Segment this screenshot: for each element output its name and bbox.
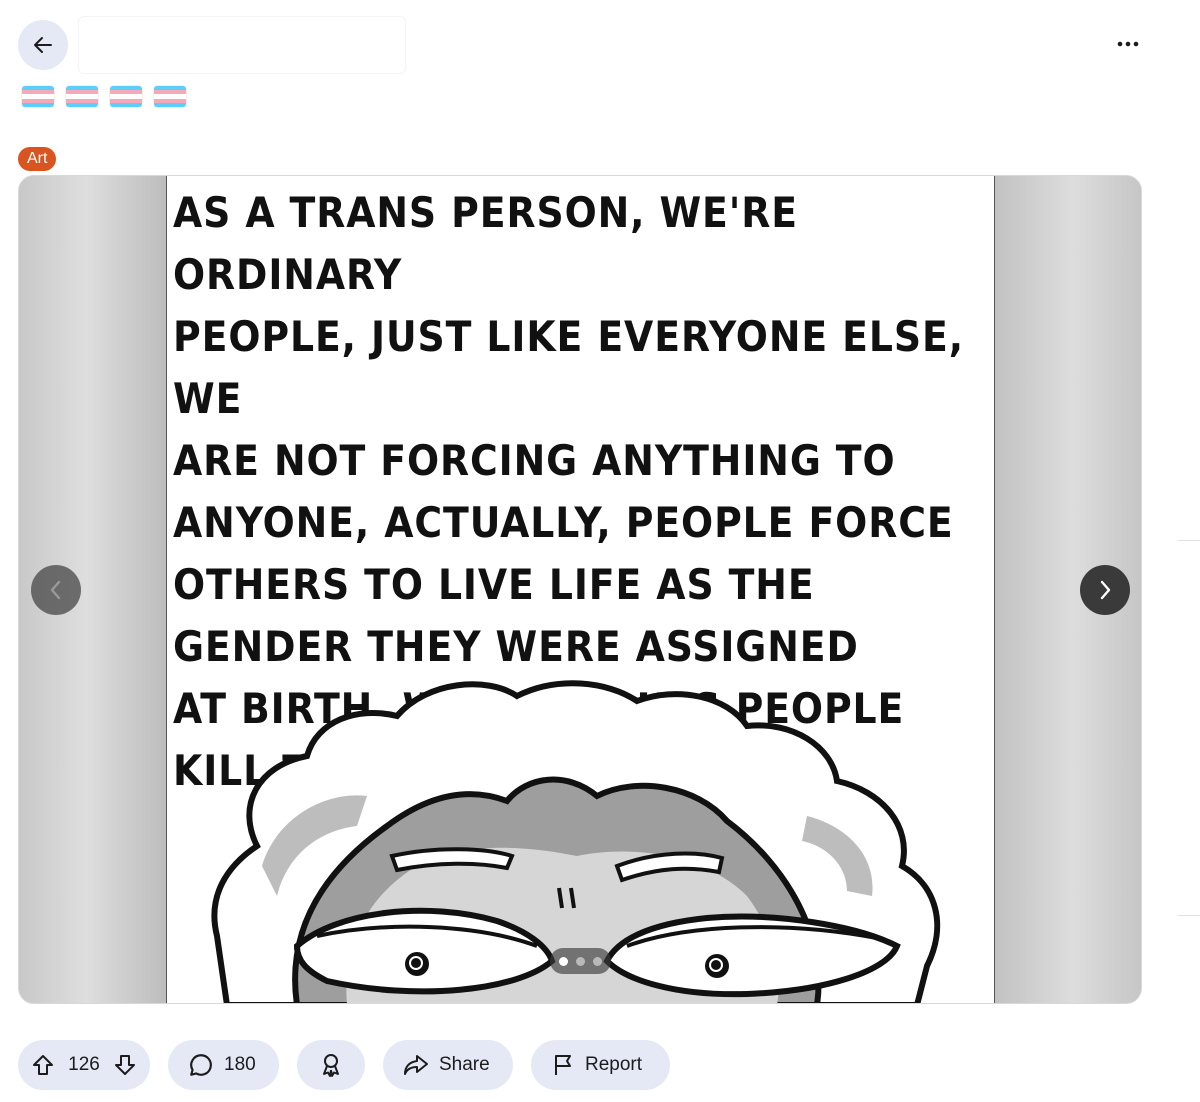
post-flair[interactable]: Art xyxy=(18,147,57,171)
comic-character-illustration xyxy=(211,680,941,1003)
transgender-flag-icon xyxy=(154,86,186,107)
back-button[interactable] xyxy=(18,20,68,70)
report-label: Report xyxy=(585,1054,643,1075)
share-arrow-icon xyxy=(404,1055,428,1075)
downvote-button[interactable] xyxy=(110,1050,140,1080)
comment-count: 180 xyxy=(224,1054,256,1075)
divider xyxy=(1178,540,1200,541)
post-action-bar: 126 180 Share Report xyxy=(18,1040,670,1090)
chevron-right-icon xyxy=(1100,580,1111,600)
comments-button[interactable]: 180 xyxy=(168,1040,279,1090)
transgender-flag-icon xyxy=(66,86,98,107)
transgender-flag-icon xyxy=(110,86,142,107)
chevron-left-icon xyxy=(50,580,61,600)
title-flags xyxy=(22,86,186,107)
pagination-dot[interactable] xyxy=(559,956,568,966)
gallery-next-button[interactable] xyxy=(1080,565,1130,615)
post-page: Art AS A TRANS PERSON, WE'RE ORDINARY PE… xyxy=(0,0,1200,1102)
pagination-dot[interactable] xyxy=(576,956,585,966)
comment-bubble-icon xyxy=(190,1054,212,1076)
gallery-prev-button[interactable] xyxy=(31,565,81,615)
gallery-image[interactable]: AS A TRANS PERSON, WE'RE ORDINARY PEOPLE… xyxy=(166,176,995,1003)
vote-control: 126 xyxy=(18,1040,150,1090)
redacted-title xyxy=(78,16,406,74)
pagination-dot[interactable] xyxy=(593,956,602,966)
divider xyxy=(1178,915,1200,916)
transgender-flag-icon xyxy=(22,86,54,107)
flag-icon xyxy=(555,1055,571,1075)
arrow-up-icon xyxy=(33,1055,53,1075)
more-horizontal-icon xyxy=(1117,41,1139,47)
image-gallery[interactable]: AS A TRANS PERSON, WE'RE ORDINARY PEOPLE… xyxy=(18,175,1142,1004)
vote-score: 126 xyxy=(68,1054,100,1075)
gallery-pagination-dots xyxy=(550,948,611,974)
more-options-button[interactable] xyxy=(1106,24,1150,64)
share-label: Share xyxy=(439,1054,490,1075)
arrow-down-icon xyxy=(114,1055,135,1075)
report-button[interactable]: Report xyxy=(531,1040,670,1090)
arrow-left-icon xyxy=(34,37,52,53)
award-icon xyxy=(323,1054,339,1077)
award-button[interactable] xyxy=(297,1040,365,1090)
upvote-button[interactable] xyxy=(28,1050,58,1080)
share-button[interactable]: Share xyxy=(383,1040,513,1090)
